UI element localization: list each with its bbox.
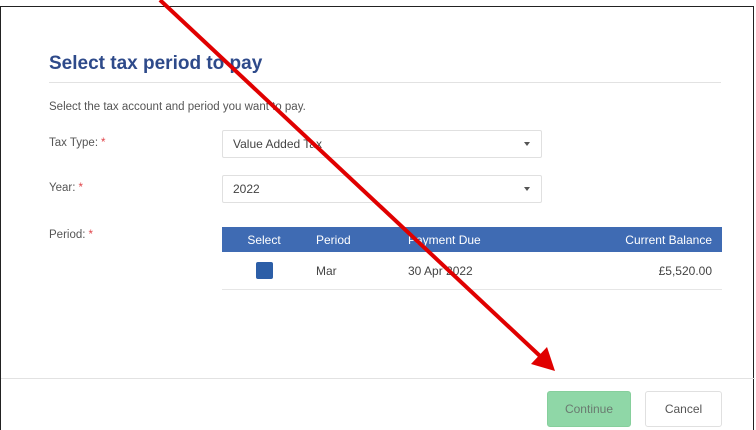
year-value: 2022 [233,182,260,196]
period-table: Select Period Payment Due Current Balanc… [222,227,722,290]
tax-type-select[interactable]: Value Added Tax [222,130,542,158]
title-divider [49,82,721,83]
footer-divider [1,378,755,379]
tax-type-value: Value Added Tax [233,137,322,151]
year-label-text: Year: [49,182,76,194]
period-cell: Mar [306,252,398,290]
table-row[interactable]: Mar 30 Apr 2022 £5,520.00 [222,252,722,290]
period-label: Period: * [49,229,93,241]
column-header-select: Select [222,227,306,252]
column-header-current-balance: Current Balance [616,227,722,252]
select-cell [222,252,306,290]
chevron-down-icon [524,187,530,191]
cancel-button[interactable]: Cancel [645,391,722,427]
continue-button[interactable]: Continue [547,391,631,427]
dialog-title: Select tax period to pay [49,53,263,74]
column-header-period: Period [306,227,398,252]
instructions-text: Select the tax account and period you wa… [49,101,306,113]
column-header-payment-due: Payment Due [398,227,616,252]
required-marker: * [88,229,93,241]
row-select-checkbox[interactable] [255,262,273,279]
year-label: Year: * [49,182,83,194]
year-select[interactable]: 2022 [222,175,542,203]
tax-type-label-text: Tax Type: [49,137,99,149]
period-label-text: Period: [49,229,86,241]
chevron-down-icon [524,142,530,146]
required-marker: * [101,137,106,149]
tax-type-label: Tax Type: * [49,137,106,149]
payment-due-cell: 30 Apr 2022 [398,252,616,290]
table-header-row: Select Period Payment Due Current Balanc… [222,227,722,252]
required-marker: * [78,182,83,194]
dialog: Select tax period to pay Select the tax … [0,6,755,430]
balance-cell: £5,520.00 [616,252,722,290]
